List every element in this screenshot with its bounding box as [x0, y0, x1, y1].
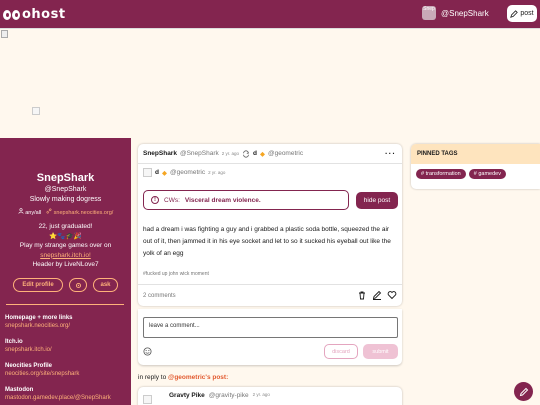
post-author-handle[interactable]: @SnepShark	[180, 150, 219, 157]
cw-label: CWs:	[164, 196, 180, 204]
reply-author-avatar[interactable]	[143, 392, 165, 405]
link-icon	[46, 208, 52, 214]
reply-card: Gravty Pike @gravity-pike 2 yr. ago	[138, 387, 402, 405]
new-post-label: post	[520, 10, 534, 17]
profile-link-title: Homepage + more links	[5, 315, 73, 321]
broken-image-icon	[32, 107, 40, 115]
profile-header-banner	[0, 28, 540, 138]
broken-image-icon	[143, 394, 152, 404]
pinned-tags-title: PINNED TAGS	[411, 144, 540, 164]
profile-link-title: Itch.io	[5, 339, 23, 345]
bio-line: 22, just graduated!	[38, 223, 93, 230]
top-bar: ohost Snep @SnepShark post	[0, 0, 540, 28]
shared-post-byline: d ◆ @geometric 2 yr. ago	[143, 168, 225, 177]
current-user-handle[interactable]: @SnepShark	[441, 9, 489, 18]
broken-image-icon	[1, 30, 8, 38]
profile-link-item[interactable]: Mastodon mastodon.gamedev.place/@SnepSha…	[5, 386, 129, 403]
profile-meta: any/all snepshark.neocities.org/	[0, 208, 131, 216]
user-icon	[18, 208, 24, 214]
profile-display-name: SnepShark	[36, 172, 95, 184]
profile-bio: 22, just graduated! ⭐🐾🎓🎉 Play my strange…	[4, 222, 127, 270]
submit-comment-button[interactable]: submit	[363, 344, 398, 359]
post-actions	[357, 290, 397, 300]
diamond-emoji-icon: ◆	[161, 169, 167, 177]
pinned-tags-panel: PINNED TAGS # transformation # gamedev	[411, 144, 540, 189]
compose-fab-button[interactable]	[514, 382, 533, 401]
bio-itch-link[interactable]: snepshark.itch.io!	[4, 251, 127, 261]
logo-text: ohost	[22, 7, 66, 22]
diamond-emoji-icon: ◆	[259, 150, 265, 158]
profile-link-title: Neocities Profile	[5, 363, 53, 369]
pinned-tag[interactable]: # gamedev	[468, 169, 506, 179]
profile-link-item[interactable]: Homepage + more links snepshark.neocitie…	[5, 314, 129, 331]
post-body: had a dream i was fighting a guy and i g…	[143, 226, 391, 257]
follow-toggle-button[interactable]	[69, 278, 87, 292]
post-author-name[interactable]: SnepShark	[143, 150, 177, 157]
post-card: SnepShark @SnepShark 2 yr. ago d ◆ @geom…	[138, 144, 402, 306]
shared-author-name[interactable]: d	[155, 169, 159, 176]
cohost-logo[interactable]: ohost	[3, 7, 66, 22]
settings-icon	[75, 282, 81, 288]
profile-link-url[interactable]: snepshark.itch.io/	[5, 346, 129, 355]
post-footer: 2 comments	[138, 284, 402, 306]
pencil-icon	[510, 9, 519, 18]
ask-button[interactable]: ask	[93, 278, 118, 292]
reply-prefix: in reply to	[138, 374, 167, 381]
reply-context: in reply to @geometric's post:	[138, 374, 228, 381]
heart-icon[interactable]	[387, 290, 397, 300]
current-user-avatar[interactable]: Snep	[422, 6, 436, 20]
post-header: SnepShark @SnepShark 2 yr. ago d ◆ @geom…	[138, 144, 402, 164]
profile-link-url[interactable]: neocities.org/site/snepshark	[5, 370, 129, 379]
pencil-icon	[519, 387, 528, 396]
reply-target-link[interactable]: @geometric's post:	[168, 374, 228, 381]
trash-icon[interactable]	[357, 290, 367, 300]
edit-profile-button[interactable]: Edit profile	[13, 278, 63, 292]
profile-sidebar: SnepShark @SnepShark Slowly making dogre…	[0, 138, 131, 405]
profile-website[interactable]: snepshark.neocities.org/	[46, 208, 113, 216]
emoji-picker-icon[interactable]	[143, 347, 152, 356]
share-icon	[243, 149, 249, 158]
profile-link-url[interactable]: snepshark.neocities.org/	[5, 322, 129, 331]
more-options-icon[interactable]: ···	[385, 149, 396, 158]
comment-input[interactable]: leave a comment...	[143, 317, 398, 338]
shared-author-handle[interactable]: @geometric	[170, 169, 205, 176]
profile-avatar	[32, 104, 66, 118]
reply-timestamp[interactable]: 2 yr. ago	[253, 392, 270, 397]
profile-tagline: Slowly making dogress	[29, 196, 102, 203]
post-timestamp[interactable]: 2 yr. ago	[222, 151, 239, 156]
profile-actions: Edit profile ask	[0, 278, 131, 292]
new-post-button[interactable]: post	[507, 5, 537, 22]
shared-post-timestamp[interactable]: 2 yr. ago	[208, 170, 225, 175]
discard-comment-button[interactable]: discard	[324, 344, 358, 359]
shared-from-handle[interactable]: @geometric	[268, 150, 303, 157]
pronouns: any/all	[18, 208, 41, 216]
content-warning-box: ! CWs: Visceral dream violence.	[143, 190, 349, 210]
comments-count[interactable]: 2 comments	[143, 293, 176, 299]
bio-line: Play my strange games over on	[19, 242, 112, 249]
profile-links: Homepage + more links snepshark.neocitie…	[5, 314, 129, 405]
divider	[6, 304, 124, 305]
profile-handle: @SnepShark	[44, 186, 87, 193]
hide-post-button[interactable]: hide post	[356, 192, 398, 209]
profile-link-item[interactable]: Itch.io snepshark.itch.io/	[5, 338, 129, 355]
profile-website-text: snepshark.neocities.org/	[53, 210, 114, 216]
post-tag[interactable]: #fucked up john wick moment	[143, 271, 209, 277]
bio-line: Header by LiveNLove7	[32, 261, 99, 268]
reply-author-name[interactable]: Gravty Pike	[169, 392, 205, 399]
shared-author-avatar[interactable]	[143, 168, 152, 177]
shared-from-name[interactable]: d	[253, 150, 257, 157]
cw-text: Visceral dream violence.	[184, 196, 261, 204]
eggbug-icon	[3, 8, 21, 22]
pinned-tag[interactable]: # transformation	[416, 169, 466, 179]
pronouns-text: any/all	[25, 210, 42, 216]
profile-link-url[interactable]: mastodon.gamedev.place/@SnepShark	[5, 394, 129, 403]
pinned-tags-list: # transformation # gamedev	[411, 164, 540, 184]
edit-icon[interactable]	[372, 290, 382, 300]
warning-icon: !	[151, 196, 159, 204]
reply-author-handle[interactable]: @gravity-pike	[209, 392, 249, 399]
profile-link-title: Mastodon	[5, 387, 34, 393]
profile-link-item[interactable]: Neocities Profile neocities.org/site/sne…	[5, 362, 129, 379]
bio-emoji: ⭐🐾🎓🎉	[49, 232, 82, 240]
